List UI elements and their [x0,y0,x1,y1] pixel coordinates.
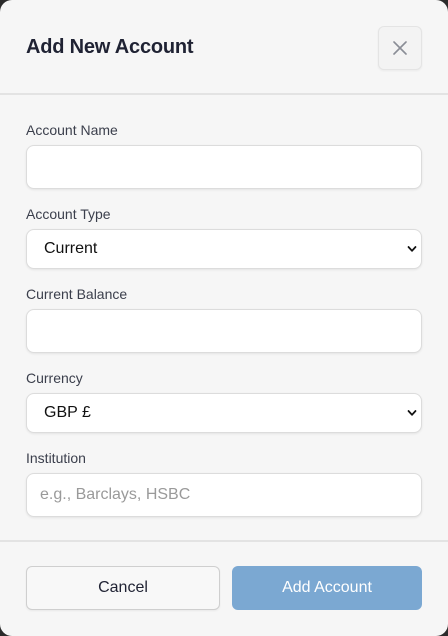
currency-label: Currency [26,370,83,386]
chevron-down-icon [407,410,417,416]
close-button[interactable] [378,26,422,70]
currency-select[interactable]: GBP £ [26,393,422,433]
account-name-input[interactable] [26,145,422,189]
account-type-select[interactable]: Current [26,229,422,269]
close-icon [393,41,407,55]
institution-label: Institution [26,450,86,466]
dialog-title: Add New Account [26,36,194,58]
chevron-down-icon [407,246,417,252]
add-account-dialog: Add New Account Account Name Account Typ… [0,0,448,636]
current-balance-label: Current Balance [26,286,128,302]
institution-input[interactable] [26,473,422,517]
currency-value: GBP £ [44,404,91,421]
current-balance-input[interactable] [26,309,422,353]
account-type-value: Current [44,240,98,257]
add-account-button[interactable]: Add Account [232,566,422,610]
footer-divider [0,540,448,542]
account-type-label: Account Type [26,206,111,222]
dialog-header: Add New Account [0,0,448,95]
account-name-label: Account Name [26,122,118,138]
cancel-button[interactable]: Cancel [26,566,220,610]
